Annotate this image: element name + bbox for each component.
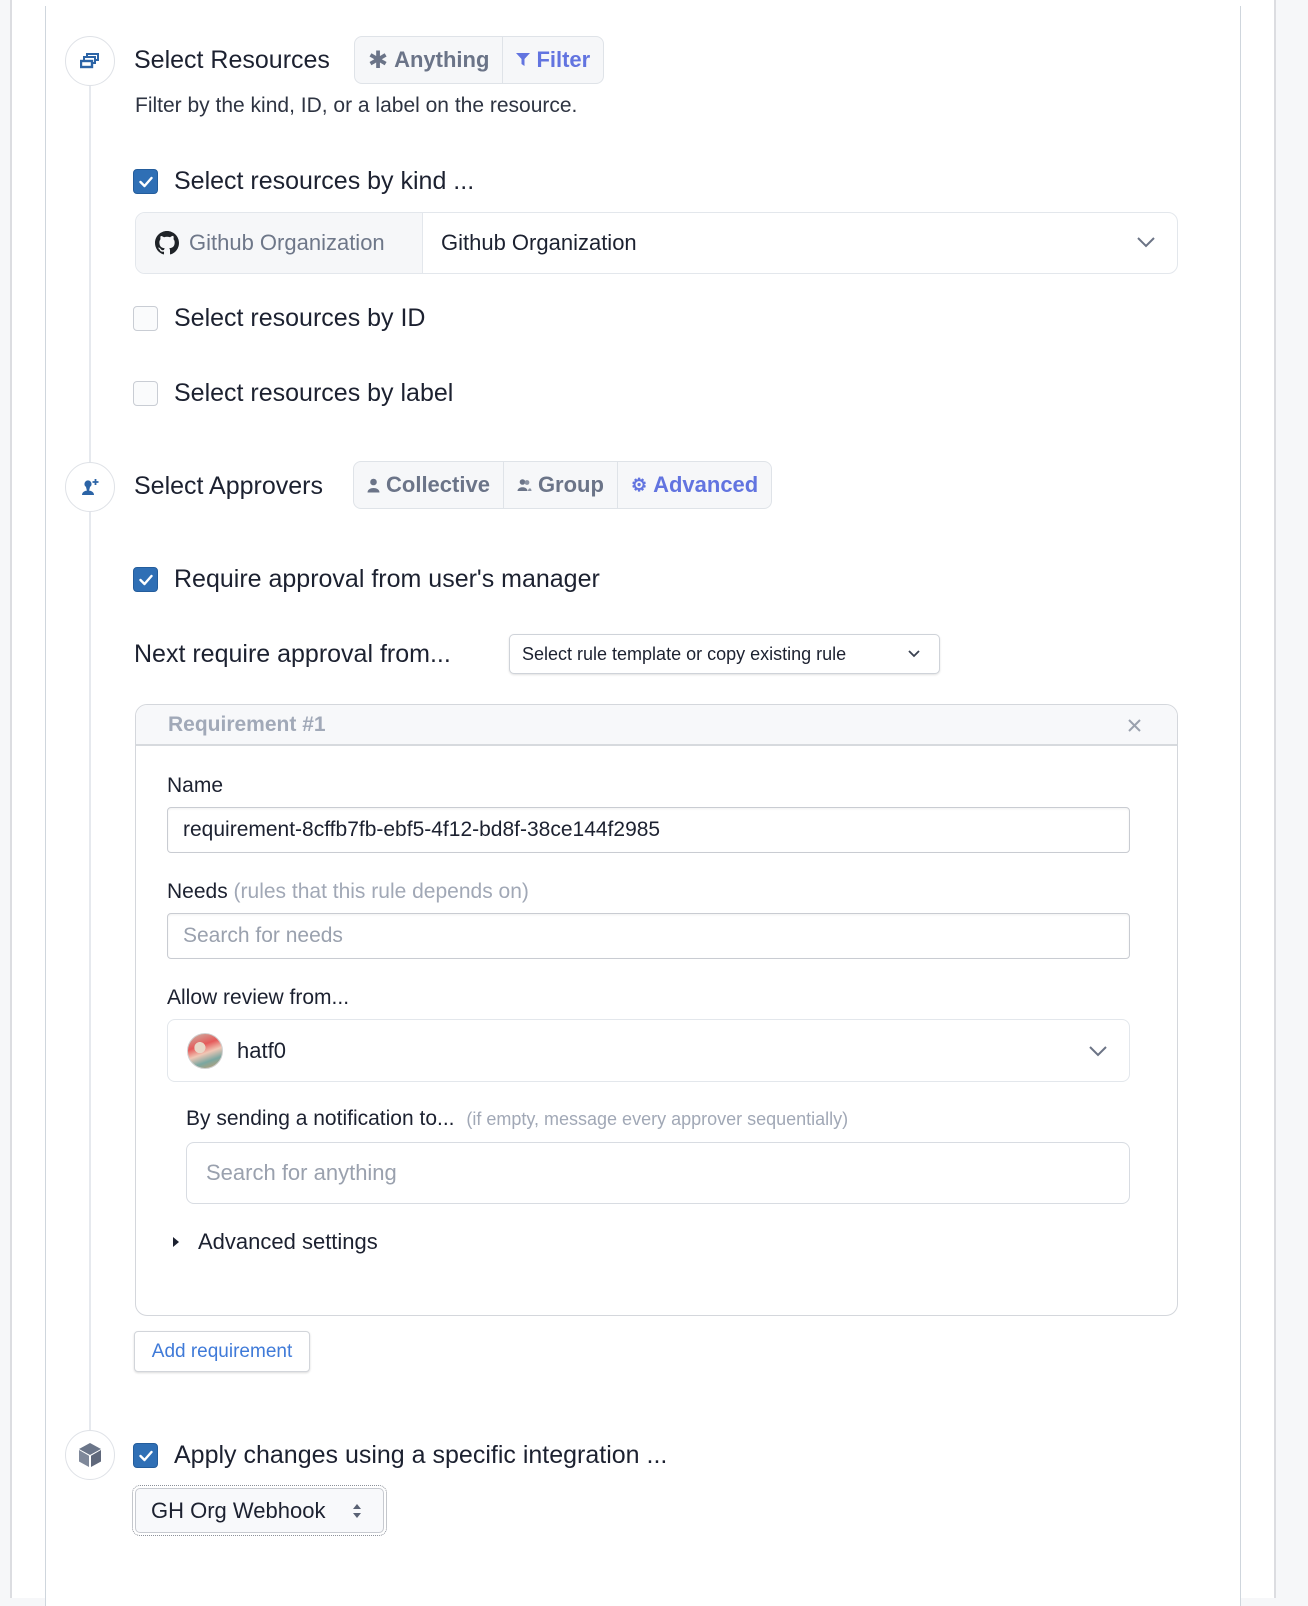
by-label-label: Select resources by label [174,379,454,407]
filter-icon [516,53,531,66]
check-icon [138,176,153,187]
rule-template-select[interactable]: Select rule template or copy existing ru… [509,634,940,674]
kind-value-text: Github Organization [441,230,637,255]
needs-label-text: Needs [167,880,228,903]
chevron-down-icon [908,650,920,658]
add-requirement-button[interactable]: Add requirement [134,1331,310,1372]
add-user-icon [82,479,99,495]
timeline-connector [89,512,91,1430]
notify-search-input[interactable]: Search for anything [186,1142,1130,1204]
integration-value: GH Org Webhook [151,1497,326,1523]
mode-advanced-button[interactable]: ⚙ Advanced [618,462,771,508]
by-id-checkbox[interactable] [133,306,158,331]
asterisk-icon: ✱ [368,46,389,74]
resource-mode-toggle: ✱ Anything Filter [354,36,605,84]
notify-hint: (if empty, message every approver sequen… [466,1109,849,1129]
avatar [187,1032,223,1069]
requirement-header: Requirement #1 [136,705,1177,746]
gear-icon: ⚙ [630,474,648,495]
kind-value: Github Organization [423,213,1177,273]
github-icon [155,231,179,255]
mode-anything-button[interactable]: ✱ Anything [355,37,504,83]
by-id-label: Select resources by ID [174,304,426,332]
requirement-name-input[interactable]: requirement-8cffb7fb-ebf5-4f12-bd8f-38ce… [167,807,1130,853]
by-kind-checkbox[interactable] [133,169,158,194]
mode-filter-button[interactable]: Filter [503,37,603,83]
resources-description: Filter by the kind, ID, or a label on th… [135,94,578,117]
select-resources-title: Select Resources [134,46,330,74]
advanced-settings-toggle[interactable]: Advanced settings [172,1229,378,1255]
notify-placeholder: Search for anything [206,1160,397,1185]
cube-icon [79,1443,101,1467]
caret-right-icon [173,1237,179,1247]
requirement-card: Requirement #1 [135,704,1178,1316]
mode-filter-label: Filter [536,47,591,72]
by-kind-label: Select resources by kind ... [174,167,475,195]
approver-mode-toggle: Collective Group ⚙ Advanced [353,461,773,509]
integration-step-marker [65,1430,115,1480]
needs-search-input[interactable]: Search for needs [167,913,1130,959]
mode-collective-label: Collective [386,472,490,497]
resources-step-marker [65,36,115,86]
rule-template-text: Select rule template or copy existing ru… [522,643,847,664]
chevron-down-icon [1137,237,1155,248]
approvers-step-marker [65,462,115,512]
check-icon [138,574,153,585]
requirement-name-value: requirement-8cffb7fb-ebf5-4f12-bd8f-38ce… [183,818,661,841]
require-manager-label: Require approval from user's manager [174,565,600,593]
select-arrows-icon [353,1504,361,1518]
chevron-down-icon [1089,1046,1107,1057]
mode-advanced-label: Advanced [653,472,759,497]
notify-label: By sending a notification to... (if empt… [186,1107,848,1131]
notify-label-text: By sending a notification to... [186,1107,455,1130]
by-label-checkbox[interactable] [133,381,158,406]
require-manager-checkbox[interactable] [133,567,158,592]
kind-prefix-label: Github Organization [189,230,385,255]
needs-hint: (rules that this rule depends on) [233,880,529,903]
integration-checkbox[interactable] [133,1443,158,1468]
resources-icon [80,53,99,69]
next-approval-label: Next require approval from... [134,640,451,668]
integration-label: Apply changes using a specific integrati… [174,1441,668,1469]
timeline-connector [89,86,91,464]
check-icon [138,1450,153,1461]
needs-placeholder: Search for needs [183,924,343,947]
mode-group-label: Group [537,472,604,497]
mode-anything-label: Anything [394,47,490,72]
reviewer-select[interactable]: hatf0 [167,1019,1130,1082]
review-from-label: Allow review from... [167,986,350,1009]
name-label: Name [167,774,224,797]
reviewer-name: hatf0 [237,1037,286,1063]
kind-prefix: Github Organization [136,213,423,273]
resource-kind-select[interactable]: Github Organization Github Organization [135,212,1178,274]
integration-select[interactable]: GH Org Webhook [132,1485,387,1536]
mode-group-button[interactable]: Group [504,462,618,508]
close-icon[interactable] [1128,719,1141,732]
mode-collective-button[interactable]: Collective [354,462,504,508]
advanced-settings-label: Advanced settings [198,1229,378,1254]
users-icon [517,479,532,491]
user-icon [367,478,380,492]
needs-label: Needs (rules that this rule depends on) [167,880,529,904]
requirement-title: Requirement #1 [168,712,326,736]
select-approvers-title: Select Approvers [134,472,323,500]
